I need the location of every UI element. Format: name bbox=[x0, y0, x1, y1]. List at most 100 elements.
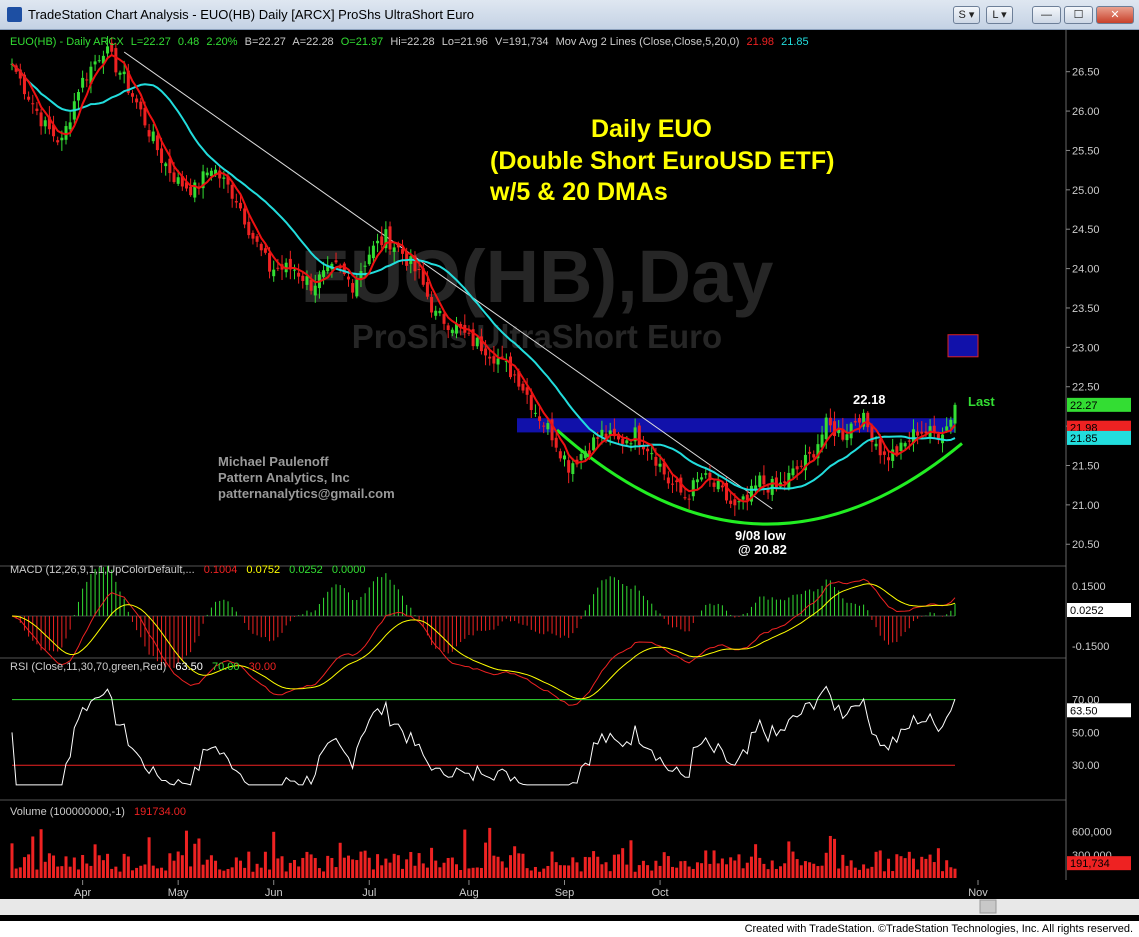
volume-bar bbox=[857, 869, 861, 878]
candle-body bbox=[130, 93, 134, 97]
volume-bar bbox=[920, 856, 924, 878]
volume-bar bbox=[396, 855, 400, 878]
chart-canvas[interactable]: EUO(HB),Day ProShs UltraShort Euro 26.50… bbox=[0, 30, 1139, 921]
volume-bar bbox=[949, 867, 953, 878]
volume-bar bbox=[521, 853, 525, 878]
macd-label-text: MACD (12,26,9,1,1,UpColorDefault,... bbox=[10, 564, 195, 576]
close-button[interactable]: ✕ bbox=[1096, 6, 1134, 24]
volume-bar bbox=[85, 863, 89, 878]
volume-bar bbox=[430, 847, 434, 878]
volume-bar bbox=[160, 867, 164, 878]
volume-bar bbox=[106, 853, 110, 878]
candle-body bbox=[579, 454, 583, 460]
volume-bar bbox=[691, 868, 695, 878]
title-line-3: w/5 & 20 DMAs bbox=[489, 178, 668, 206]
candle-body bbox=[791, 468, 795, 476]
candle-body bbox=[558, 451, 562, 459]
candle-body bbox=[334, 260, 338, 263]
rsi-label: RSI (Close,11,30,70,green,Red) 63.50 70.… bbox=[10, 661, 276, 673]
volume-bar bbox=[322, 871, 326, 878]
volume-bar bbox=[259, 867, 263, 878]
volume-bar bbox=[583, 856, 587, 878]
volume-bar bbox=[180, 855, 184, 878]
symbol-link-l-button[interactable]: L ▾ bbox=[986, 6, 1013, 24]
horizontal-scrollbar[interactable] bbox=[0, 897, 1139, 917]
volume-bar bbox=[459, 870, 463, 878]
candle-body bbox=[666, 477, 670, 484]
volume-bar bbox=[110, 868, 114, 878]
volume-bar bbox=[891, 871, 895, 878]
minimize-button[interactable]: — bbox=[1032, 6, 1061, 24]
candle-body bbox=[621, 438, 625, 444]
candle-body bbox=[496, 358, 500, 365]
candle-body bbox=[899, 442, 903, 451]
volume-bar bbox=[650, 870, 654, 878]
volume-bar bbox=[388, 862, 392, 878]
header-vol: V=191,734 bbox=[495, 36, 549, 48]
candle-body bbox=[81, 77, 85, 88]
volume-bar bbox=[716, 863, 720, 878]
candle-body bbox=[209, 170, 213, 176]
volume-bar bbox=[853, 867, 857, 878]
volume-bar bbox=[164, 870, 168, 878]
volume-bar bbox=[56, 866, 60, 878]
candle-body bbox=[704, 473, 708, 475]
volume-bar bbox=[326, 855, 330, 878]
candle-body bbox=[712, 482, 716, 487]
volume-bar bbox=[845, 865, 849, 878]
price-tick-label: 23.50 bbox=[1072, 303, 1100, 315]
macd-value: 0.1004 bbox=[204, 564, 238, 576]
volume-bar bbox=[68, 866, 72, 878]
volume-bar bbox=[571, 857, 575, 878]
volume-bar bbox=[911, 858, 915, 878]
volume-bar bbox=[272, 831, 276, 878]
volume-bar bbox=[76, 869, 80, 878]
volume-bar bbox=[479, 867, 483, 878]
volume-bar bbox=[168, 853, 172, 878]
candle-body bbox=[571, 463, 575, 475]
price-tick-label: 26.50 bbox=[1072, 67, 1100, 79]
app-icon bbox=[7, 7, 22, 22]
volume-bar bbox=[363, 850, 367, 878]
volume-bar bbox=[575, 862, 579, 878]
volume-bar bbox=[849, 860, 853, 878]
volume-bar bbox=[808, 862, 812, 878]
volume-bar bbox=[43, 861, 47, 878]
volume-bar bbox=[442, 862, 446, 878]
candle-body bbox=[654, 456, 658, 466]
candle-body bbox=[596, 437, 600, 439]
maximize-button[interactable]: ☐ bbox=[1064, 6, 1093, 24]
candle-body bbox=[828, 417, 832, 426]
volume-bar bbox=[292, 859, 296, 878]
candle-body bbox=[488, 356, 492, 359]
volume-bar bbox=[617, 854, 621, 878]
candle-body bbox=[683, 497, 687, 499]
volume-bar bbox=[558, 865, 562, 878]
volume-bar bbox=[637, 865, 641, 878]
rsi-oversold: 30.00 bbox=[249, 661, 277, 673]
volume-bar bbox=[309, 854, 313, 878]
candle-body bbox=[525, 387, 529, 395]
window-titlebar: TradeStation Chart Analysis - EUO(HB) Da… bbox=[0, 0, 1139, 30]
candle-body bbox=[363, 265, 367, 267]
price-tick-label: 24.00 bbox=[1072, 264, 1100, 276]
volume-bar bbox=[567, 865, 571, 878]
volume-bar bbox=[421, 863, 425, 878]
volume-bar bbox=[787, 841, 791, 878]
volume-bar bbox=[409, 851, 413, 878]
window-title: TradeStation Chart Analysis - EUO(HB) Da… bbox=[28, 7, 474, 22]
volume-bar bbox=[367, 857, 371, 878]
volume-bar bbox=[488, 827, 492, 878]
volume-bar bbox=[400, 868, 404, 878]
volume-bar bbox=[870, 866, 874, 878]
volume-bar bbox=[712, 850, 716, 878]
symbol-link-s-button[interactable]: S ▾ bbox=[953, 6, 980, 24]
volume-bar bbox=[895, 854, 899, 878]
candle-body bbox=[878, 439, 882, 456]
volume-bar bbox=[471, 867, 475, 878]
volume-bar bbox=[641, 860, 645, 878]
candle-body bbox=[243, 208, 247, 225]
candle-body bbox=[824, 417, 828, 440]
volume-bar bbox=[658, 865, 662, 878]
candle-body bbox=[68, 122, 72, 130]
